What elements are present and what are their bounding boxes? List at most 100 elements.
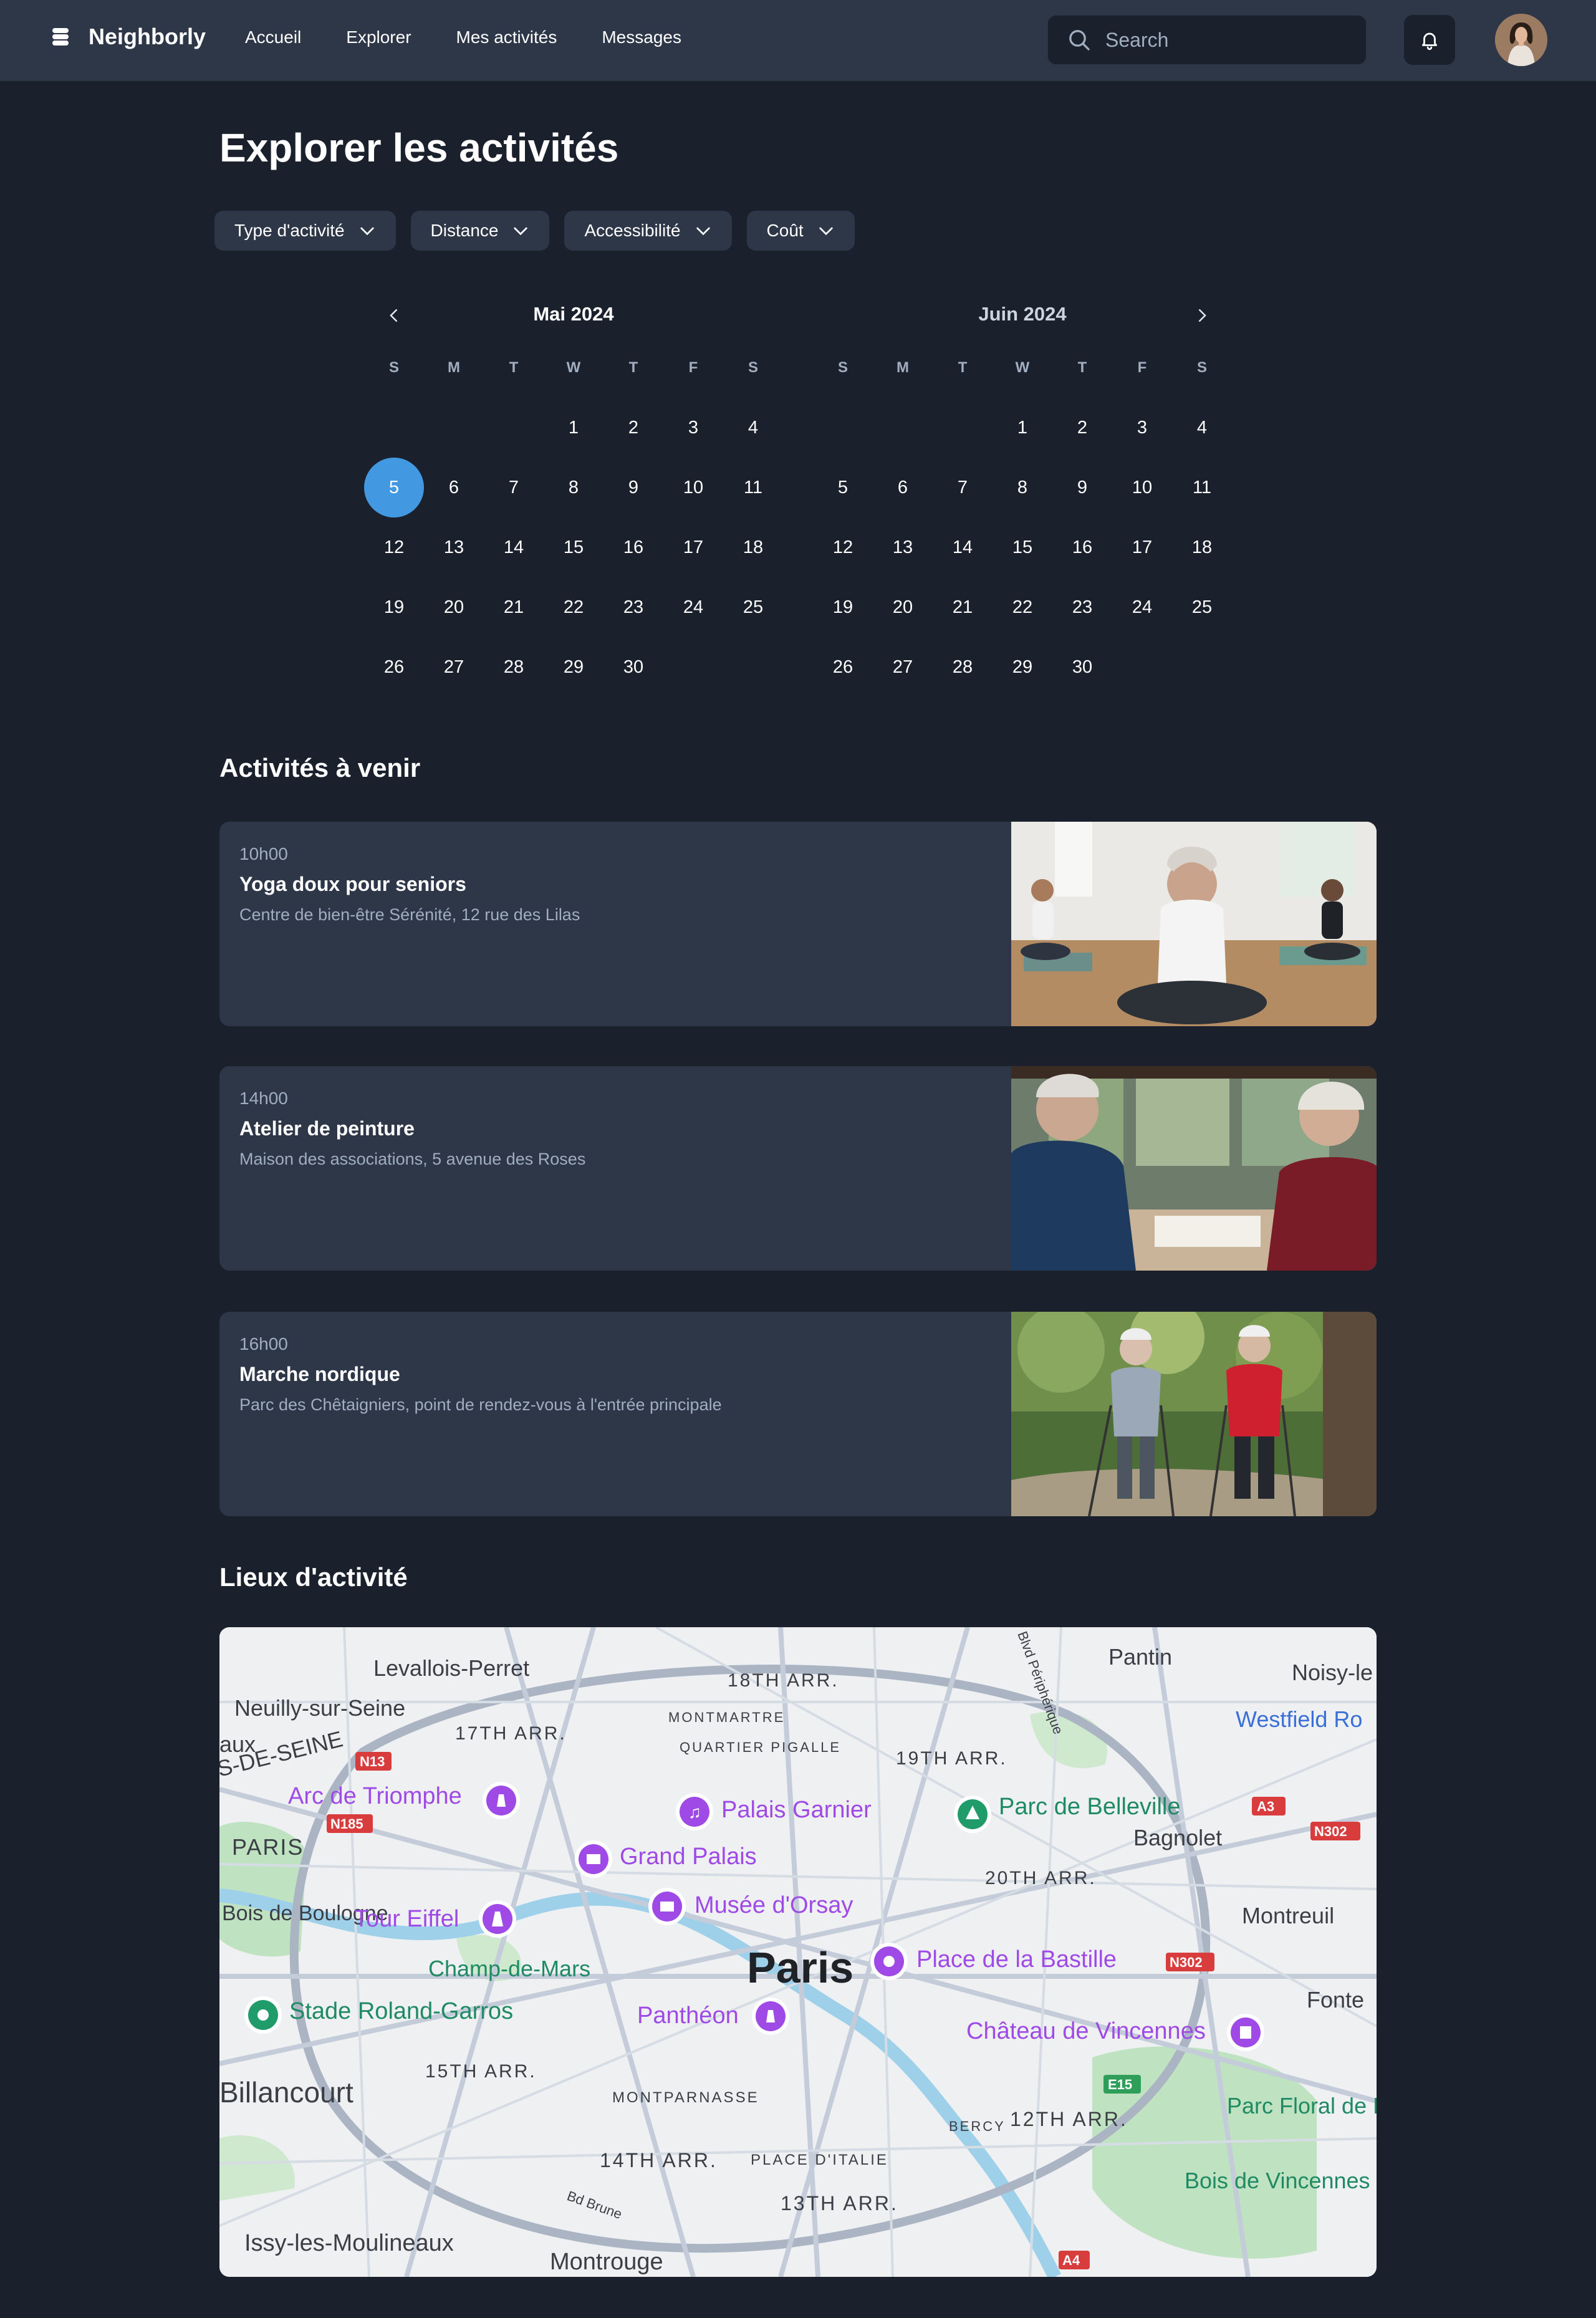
- calendar-day[interactable]: 10: [663, 458, 723, 517]
- calendar-day[interactable]: 26: [813, 637, 873, 697]
- map-label: Bois de Vincennes: [1185, 2168, 1370, 2193]
- stack-logo-icon: [50, 26, 71, 47]
- calendar-day[interactable]: 20: [424, 577, 484, 637]
- calendar-day[interactable]: 1: [544, 398, 603, 458]
- calendar-day[interactable]: 25: [1172, 577, 1232, 637]
- calendar-day[interactable]: 13: [424, 517, 484, 577]
- nav-link-accueil[interactable]: Accueil: [245, 27, 301, 47]
- calendar-day[interactable]: 30: [603, 637, 663, 697]
- calendar-day[interactable]: 7: [933, 458, 993, 517]
- calendar-day[interactable]: 15: [993, 517, 1052, 577]
- brand-logo[interactable]: Neighborly: [50, 24, 206, 50]
- calendar-day[interactable]: 21: [933, 577, 993, 637]
- calendar-day[interactable]: 17: [1112, 517, 1172, 577]
- user-avatar[interactable]: [1495, 14, 1547, 66]
- calendar-day[interactable]: 3: [663, 398, 723, 458]
- brand-name: Neighborly: [89, 24, 206, 49]
- map-label: Parc de Belleville: [999, 1794, 1180, 1820]
- road-badge: E15: [1108, 2077, 1132, 2092]
- calendar-day[interactable]: 13: [873, 517, 933, 577]
- search-input[interactable]: [1105, 28, 1355, 52]
- next-month-button[interactable]: [1191, 304, 1213, 327]
- calendar-day[interactable]: 9: [603, 458, 663, 517]
- activity-card[interactable]: 16h00 Marche nordique Parc des Chêtaigni…: [219, 1312, 1377, 1516]
- notifications-button[interactable]: [1404, 15, 1455, 65]
- filter-type[interactable]: Type d'activité: [214, 211, 396, 251]
- map-label: MONTMARTRE: [668, 1710, 785, 1725]
- filter-cost[interactable]: Coût: [746, 211, 855, 251]
- calendar-day[interactable]: 18: [1172, 517, 1232, 577]
- calendar-day[interactable]: 2: [1052, 398, 1112, 458]
- calendar-day[interactable]: 2: [603, 398, 663, 458]
- map-label: Fonte: [1307, 1987, 1364, 2013]
- calendar-month-title: Mai 2024: [533, 303, 614, 325]
- calendar-empty-cell: [933, 398, 993, 458]
- weekday-header: S: [388, 359, 399, 376]
- calendar-day[interactable]: 8: [544, 458, 603, 517]
- calendar-day[interactable]: 14: [933, 517, 993, 577]
- activity-card[interactable]: 14h00 Atelier de peinture Maison des ass…: [219, 1066, 1377, 1271]
- calendar-day[interactable]: 8: [993, 458, 1052, 517]
- search-box[interactable]: [1047, 15, 1367, 65]
- calendar-day[interactable]: 23: [1052, 577, 1112, 637]
- calendar-day[interactable]: 4: [723, 398, 783, 458]
- calendar-day[interactable]: 7: [484, 458, 544, 517]
- calendar-day[interactable]: 17: [663, 517, 723, 577]
- map-label: Neuilly-sur-Seine: [234, 1695, 405, 1721]
- nav-link-explorer[interactable]: Explorer: [346, 27, 411, 47]
- calendar-day[interactable]: 25: [723, 577, 783, 637]
- calendar-day[interactable]: 27: [424, 637, 484, 697]
- calendar-day[interactable]: 14: [484, 517, 544, 577]
- calendar-day[interactable]: 15: [544, 517, 603, 577]
- nav-link-messages[interactable]: Messages: [602, 27, 681, 47]
- nav-link-mes-activites[interactable]: Mes activités: [456, 27, 557, 47]
- calendar-day[interactable]: 30: [1052, 637, 1112, 697]
- calendar-day[interactable]: 3: [1112, 398, 1172, 458]
- calendar-day[interactable]: 11: [1172, 458, 1232, 517]
- weekday-header: F: [688, 359, 698, 376]
- calendar-day[interactable]: 12: [364, 517, 424, 577]
- map-label: aux: [219, 1731, 256, 1757]
- calendar-day[interactable]: 12: [813, 517, 873, 577]
- filter-accessibility[interactable]: Accessibilité: [564, 211, 732, 251]
- calendar-day[interactable]: 10: [1112, 458, 1172, 517]
- calendar-day[interactable]: 20: [873, 577, 933, 637]
- calendar-day[interactable]: 16: [603, 517, 663, 577]
- calendar-day[interactable]: 23: [603, 577, 663, 637]
- calendar-day[interactable]: 1: [993, 398, 1052, 458]
- activity-card[interactable]: 10h00 Yoga doux pour seniors Centre de b…: [219, 822, 1377, 1026]
- calendar-day[interactable]: 18: [723, 517, 783, 577]
- calendar-day[interactable]: 22: [544, 577, 603, 637]
- svg-text:♫: ♫: [688, 1802, 701, 1822]
- calendar-day[interactable]: 26: [364, 637, 424, 697]
- calendar-day[interactable]: 27: [873, 637, 933, 697]
- calendar-day[interactable]: 24: [663, 577, 723, 637]
- filter-distance[interactable]: Distance: [410, 211, 550, 251]
- calendar-day[interactable]: 29: [993, 637, 1052, 697]
- calendar-day[interactable]: 11: [723, 458, 783, 517]
- page-title: Explorer les activités: [219, 125, 619, 170]
- calendar-empty-cell: [364, 398, 424, 458]
- calendar-day[interactable]: 29: [544, 637, 603, 697]
- map-label: Tour Eiffel: [354, 1906, 459, 1932]
- calendar-day[interactable]: 21: [484, 577, 544, 637]
- calendar-day[interactable]: 22: [993, 577, 1052, 637]
- calendar-day[interactable]: 28: [933, 637, 993, 697]
- filter-label: Type d'activité: [234, 221, 345, 240]
- calendar-day[interactable]: 6: [424, 458, 484, 517]
- road-badge: N302: [1314, 1824, 1347, 1839]
- map-label: Musée d'Orsay: [695, 1892, 853, 1918]
- calendar-day[interactable]: 5: [813, 458, 873, 517]
- calendar-day[interactable]: 28: [484, 637, 544, 697]
- calendar-day[interactable]: 19: [813, 577, 873, 637]
- weekday-header: T: [1077, 359, 1087, 376]
- calendar-day[interactable]: 9: [1052, 458, 1112, 517]
- calendar-day[interactable]: 16: [1052, 517, 1112, 577]
- calendar-day[interactable]: 24: [1112, 577, 1172, 637]
- calendar-day[interactable]: 19: [364, 577, 424, 637]
- calendar-day[interactable]: 6: [873, 458, 933, 517]
- calendar-day[interactable]: 4: [1172, 398, 1232, 458]
- weekday-header: W: [1015, 359, 1030, 376]
- calendar-day-selected[interactable]: 5: [364, 458, 424, 517]
- activity-map[interactable]: Levallois-Perret Neuilly-sur-Seine 18TH …: [219, 1627, 1377, 2277]
